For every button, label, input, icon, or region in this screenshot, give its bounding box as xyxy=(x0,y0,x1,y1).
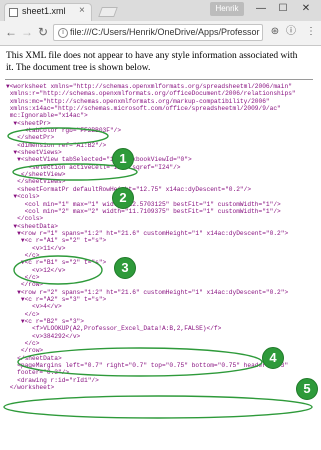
xml-line[interactable]: ▼<sheetPr> xyxy=(6,120,296,127)
xml-line[interactable]: ▼<c r="B1" s="2" t="s"> xyxy=(6,259,296,266)
xml-line: mc:Ignorable="x14ac"> xyxy=(6,112,88,120)
forward-button[interactable]: → xyxy=(20,25,34,39)
annotation-badge-2: 2 xyxy=(112,187,134,209)
annotation-badge-4: 4 xyxy=(262,347,284,369)
xml-style-notice: This XML file does not appear to have an… xyxy=(6,51,298,73)
xml-line: <v>11</v> xyxy=(6,244,66,252)
profile-button[interactable]: Henrik xyxy=(210,2,244,16)
xml-line: <tabColor rgb="FF2BB03F"/> xyxy=(6,127,122,135)
close-window-button[interactable]: ✕ xyxy=(295,2,317,16)
xml-line: <v>12</v> xyxy=(6,266,66,274)
xml-line: xmlns:x14ac="http://schemas.microsoft.co… xyxy=(6,105,281,113)
annotation-badge-5: 5 xyxy=(296,378,318,400)
xml-line: xmlns:mc="http://schemas.openxmlformats.… xyxy=(6,97,270,105)
xml-line: <sheetFormatPr defaultRowHeight="12.75" … xyxy=(17,185,252,193)
tab-title: sheet1.xml xyxy=(22,6,66,16)
xml-tree: ▼<worksheet xmlns="http://schemas.openxm… xyxy=(6,83,296,391)
back-button[interactable]: ← xyxy=(4,25,18,39)
xml-line[interactable]: ▼<row r="2" spans="1:2" ht="21.6" custom… xyxy=(6,289,296,296)
xml-line[interactable]: ▼<c r="A2" s="3" t="s"> xyxy=(6,296,296,303)
reload-button[interactable]: ↻ xyxy=(36,25,50,39)
tab-close-button[interactable]: × xyxy=(79,5,85,16)
xml-line: xmlns:r="http://schemas.openxmlformats.o… xyxy=(6,90,296,98)
xml-line[interactable]: ▼<c r="B2" s="3"> xyxy=(6,318,296,325)
xml-line[interactable]: ▼<c r="A1" s="2" t="s"> xyxy=(6,237,296,244)
xml-line: </row> xyxy=(6,347,44,355)
xml-line: <col min="2" max="2" width="11.7109375" … xyxy=(6,207,281,215)
maximize-button[interactable]: ☐ xyxy=(272,2,294,16)
menu-icon[interactable]: ⋮ xyxy=(304,25,318,39)
xml-line: </sheetView> xyxy=(6,171,66,179)
file-icon xyxy=(9,8,18,17)
xml-line: <v>384292</v> xyxy=(6,332,81,340)
new-tab-button[interactable] xyxy=(98,7,118,17)
xml-line: </c> xyxy=(6,340,40,348)
minimize-button[interactable]: — xyxy=(250,2,272,16)
xml-line: <pageMargins left="0.7" right="0.7" top=… xyxy=(6,362,289,370)
address-url[interactable]: file:///C:/Users/Henrik/OneDrive/Apps/Pr… xyxy=(70,27,260,37)
xml-line: <selection activeCell="I24" sqref="I24"/… xyxy=(6,163,181,171)
page-content: This XML file does not appear to have an… xyxy=(0,46,321,450)
xml-line: <dimension ref="A1:B2"/> xyxy=(6,141,107,149)
xml-line[interactable]: ▼<worksheet xmlns="http://schemas.openxm… xyxy=(6,83,296,90)
annotation-badge-3: 3 xyxy=(114,257,136,279)
xml-line: footer="0.3"/> xyxy=(6,369,70,377)
xml-line: </row> xyxy=(6,281,44,289)
extension-icon[interactable]: ⊛ xyxy=(268,25,282,39)
tab-strip: sheet1.xml × Henrik — ☐ ✕ xyxy=(0,0,321,21)
extension-icon-2[interactable]: ⓘ xyxy=(284,25,298,39)
xml-line: <drawing r:id="rId1"/> xyxy=(6,376,99,384)
browser-toolbar: ← → ↻ i file:///C:/Users/Henrik/OneDrive… xyxy=(0,21,321,46)
xml-line[interactable]: ▼<row r="1" spans="1:2" ht="21.6" custom… xyxy=(6,230,296,237)
xml-line: </c> xyxy=(6,310,40,318)
browser-tab[interactable]: sheet1.xml × xyxy=(4,3,92,21)
xml-line: </c> xyxy=(6,273,40,281)
xml-line: </worksheet> xyxy=(6,384,55,392)
xml-line: <col min="1" max="1" width="12.5703125" … xyxy=(6,200,281,208)
xml-line: </cols> xyxy=(6,215,44,223)
info-icon[interactable]: i xyxy=(58,28,68,38)
divider xyxy=(5,79,313,80)
xml-line[interactable]: ▼<sheetData> xyxy=(6,223,296,230)
xml-line[interactable]: ▼<sheetView tabSelected="1" workbookView… xyxy=(6,156,296,163)
xml-line: </sheetViews> xyxy=(6,178,66,186)
xml-line: </c> xyxy=(6,251,40,259)
xml-line: <v>4</v> xyxy=(6,303,62,311)
address-bar[interactable]: i file:///C:/Users/Henrik/OneDrive/Apps/… xyxy=(53,24,263,41)
xml-line: </sheetPr> xyxy=(6,134,55,142)
xml-line[interactable]: ▼<sheetViews> xyxy=(6,149,296,156)
xml-line: </sheetData> xyxy=(6,354,62,362)
xml-line: <f>VLOOKUP(A2,Professor_Excel_Data!A:B,2… xyxy=(6,325,222,333)
xml-line[interactable]: ▼<cols> xyxy=(6,193,296,200)
annotation-badge-1: 1 xyxy=(112,148,134,170)
